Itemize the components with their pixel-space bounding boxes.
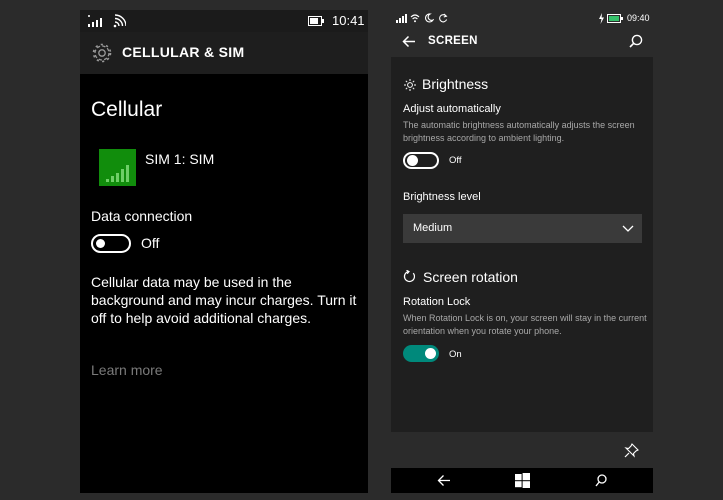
- brightness-level-label: Brightness level: [403, 191, 481, 203]
- rotation-lock-state: On: [449, 349, 462, 360]
- nav-search-icon[interactable]: [595, 474, 607, 487]
- cellular-description: Cellular data may be used in the backgro…: [91, 274, 357, 326]
- data-connection-label: Data connection: [91, 208, 193, 224]
- gear-icon: [92, 43, 112, 63]
- status-time: 09:40: [627, 13, 650, 23]
- status-bar: 10:41: [80, 10, 368, 32]
- toggle-knob: [96, 239, 105, 248]
- nav-back-icon[interactable]: [437, 474, 451, 487]
- toggle-knob: [425, 348, 436, 359]
- data-connection-toggle[interactable]: [91, 234, 131, 253]
- sim-tile[interactable]: [99, 149, 136, 186]
- signal-icon: [396, 14, 407, 23]
- screen-rotation-section-title: Screen rotation: [423, 269, 518, 285]
- status-time: 10:41: [332, 13, 365, 28]
- wifi-icon: [113, 14, 126, 28]
- wifi-icon: [410, 14, 420, 23]
- sim-signal-icon: [106, 165, 129, 182]
- rotation-lock-toggle[interactable]: [403, 345, 439, 362]
- back-arrow-icon[interactable]: [402, 35, 416, 48]
- windows-start-icon[interactable]: [515, 473, 530, 488]
- battery-icon: [607, 14, 623, 23]
- sun-icon: [404, 79, 416, 91]
- adjust-automatically-description: The automatic brightness automatically a…: [403, 120, 635, 143]
- app-bar: [391, 432, 653, 468]
- search-icon[interactable]: [629, 34, 643, 48]
- cellular-sim-screen: 10:41 CELLULAR & SIM Cellular SIM 1: SIM…: [80, 10, 368, 493]
- screen-settings: 09:40 SCREEN Brightness Adjust automatic…: [391, 10, 653, 493]
- sim-label[interactable]: SIM 1: SIM: [145, 151, 214, 167]
- rotation-lock-description: When Rotation Lock is on, your screen wi…: [403, 313, 647, 336]
- brightness-section-title: Brightness: [422, 76, 489, 92]
- rotation-icon: [403, 270, 416, 283]
- signal-icon: [88, 15, 102, 27]
- learn-more-link[interactable]: Learn more: [91, 362, 163, 378]
- sync-icon: [439, 13, 448, 23]
- brightness-level-dropdown[interactable]: Medium: [403, 214, 642, 243]
- page-title: SCREEN: [428, 35, 478, 47]
- moon-icon: [425, 13, 434, 23]
- section-heading: Cellular: [91, 98, 163, 121]
- pin-icon[interactable]: [624, 443, 639, 458]
- data-connection-state: Off: [141, 235, 160, 251]
- battery-icon: [308, 16, 324, 26]
- brightness-level-value: Medium: [413, 222, 453, 234]
- adjust-automatically-state: Off: [449, 155, 462, 166]
- page-header: CELLULAR & SIM: [80, 32, 368, 74]
- toggle-knob: [407, 155, 418, 166]
- page-header: SCREEN: [391, 27, 653, 57]
- rotation-lock-label: Rotation Lock: [403, 296, 471, 308]
- charging-icon: [599, 13, 604, 24]
- page-title: CELLULAR & SIM: [122, 44, 245, 60]
- navigation-bar: [391, 468, 653, 493]
- status-bar: 09:40: [391, 10, 653, 27]
- adjust-automatically-label: Adjust automatically: [403, 103, 501, 115]
- adjust-automatically-toggle[interactable]: [403, 152, 439, 169]
- chevron-down-icon: [622, 225, 634, 232]
